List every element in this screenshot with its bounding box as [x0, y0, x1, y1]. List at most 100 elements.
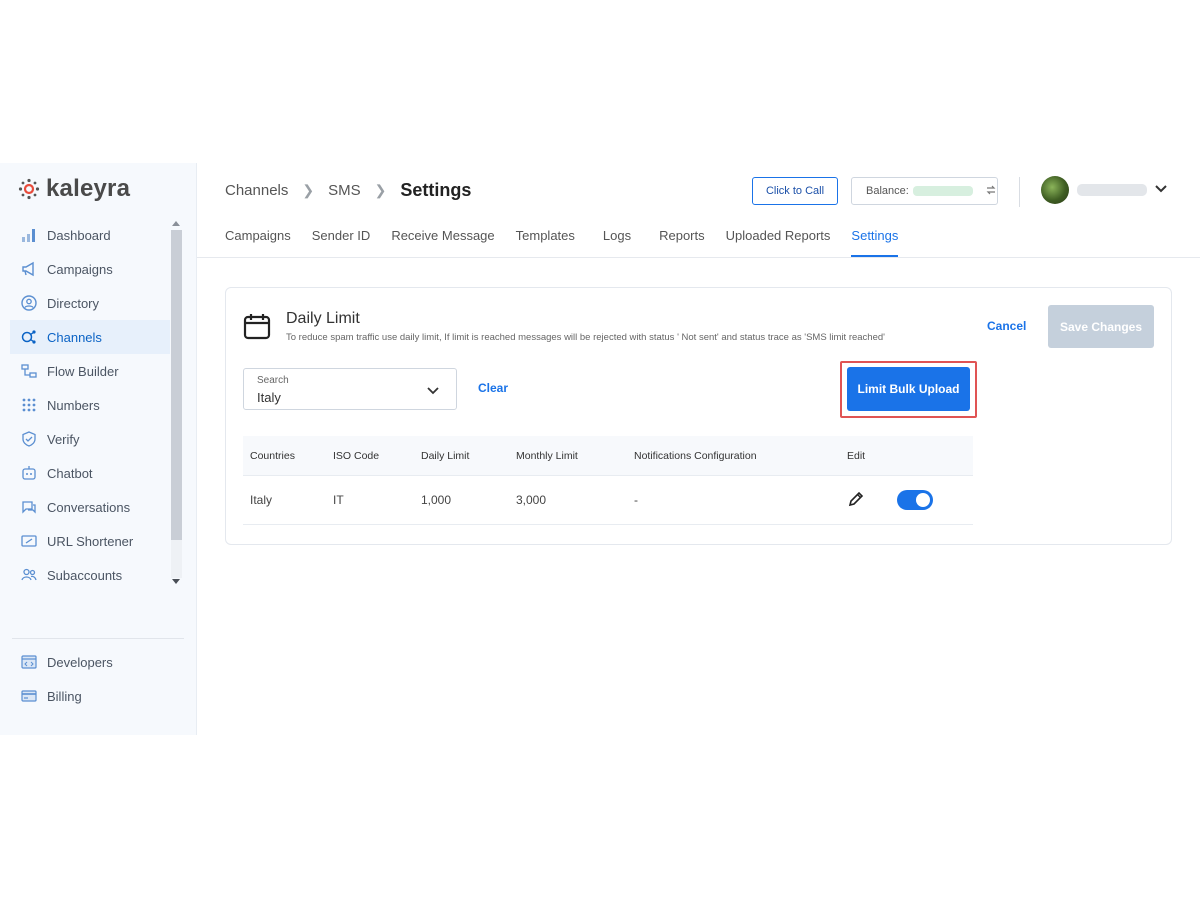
sidebar-divider — [12, 638, 184, 639]
balance-box: Balance: — [851, 177, 998, 205]
sidebar-item-channels[interactable]: Channels — [10, 320, 170, 354]
sidebar-item-numbers[interactable]: Numbers — [10, 388, 170, 422]
tab-sender-id[interactable]: Sender ID — [312, 225, 371, 257]
tabs-divider — [197, 257, 1200, 258]
calendar-icon — [243, 312, 271, 345]
tab-bar: Campaigns Sender ID Receive Message Temp… — [225, 225, 919, 257]
bar-chart-icon — [20, 227, 37, 244]
sidebar-item-label: Flow Builder — [47, 363, 119, 379]
cell-daily-limit: 1,000 — [421, 493, 452, 507]
breadcrumb-channels[interactable]: Channels — [225, 182, 288, 199]
cell-iso: IT — [333, 493, 344, 507]
brand-logo[interactable]: kaleyra — [18, 175, 130, 203]
page-title: Settings — [400, 180, 472, 200]
sidebar-item-subaccounts[interactable]: Subaccounts — [10, 558, 170, 592]
chevron-down-icon[interactable] — [426, 383, 440, 402]
column-header: Countries — [250, 449, 295, 462]
clear-button[interactable]: Clear — [478, 381, 508, 395]
table-row: Italy IT 1,000 3,000 - — [243, 476, 973, 525]
tab-settings[interactable]: Settings — [851, 225, 898, 257]
column-header: Notifications Configuration — [634, 449, 757, 462]
cancel-button[interactable]: Cancel — [987, 319, 1026, 333]
sidebar-item-chatbot[interactable]: Chatbot — [10, 456, 170, 490]
sidebar-item-label: Developers — [47, 654, 113, 670]
search-value: Italy — [257, 390, 281, 405]
keypad-icon — [20, 397, 37, 414]
sidebar-item-label: Subaccounts — [47, 567, 123, 583]
sidebar-item-label: Numbers — [47, 397, 100, 413]
column-header: ISO Code — [333, 449, 380, 462]
tab-receive-message[interactable]: Receive Message — [391, 225, 494, 257]
enabled-toggle[interactable] — [897, 490, 933, 510]
limits-table: Countries ISO Code Daily Limit Monthly L… — [243, 436, 973, 525]
card-description: To reduce spam traffic use daily limit, … — [286, 332, 885, 343]
refresh-icon[interactable] — [985, 184, 997, 199]
tab-uploaded-reports[interactable]: Uploaded Reports — [726, 225, 831, 257]
balance-value-redacted — [912, 186, 973, 196]
save-changes-button[interactable]: Save Changes — [1048, 305, 1154, 348]
sidebar-item-label: URL Shortener — [47, 533, 134, 549]
avatar[interactable] — [1041, 176, 1069, 204]
table-header: Countries ISO Code Daily Limit Monthly L… — [243, 436, 973, 476]
search-select[interactable]: Search Italy — [243, 368, 457, 410]
column-header: Edit — [847, 449, 866, 462]
header-divider — [1019, 177, 1020, 207]
tab-campaigns[interactable]: Campaigns — [225, 225, 291, 257]
chevron-down-icon[interactable] — [1154, 181, 1168, 200]
sidebar-item-url-shortener[interactable]: URL Shortener — [10, 524, 170, 558]
balance-label: Balance: — [866, 185, 909, 197]
bot-icon — [20, 465, 37, 482]
scroll-up-arrow-icon[interactable] — [172, 221, 180, 226]
channels-icon — [20, 329, 37, 346]
sidebar-item-conversations[interactable]: Conversations — [10, 490, 170, 524]
sidebar-item-directory[interactable]: Directory — [10, 286, 170, 320]
scroll-thumb[interactable] — [171, 230, 182, 540]
cell-edit — [847, 490, 897, 511]
link-icon — [20, 533, 37, 550]
daily-limit-card: Daily Limit To reduce spam traffic use d… — [225, 287, 1172, 545]
sidebar-item-label: Billing — [47, 688, 82, 704]
chevron-right-icon: ❯ — [302, 182, 315, 198]
sidebar-item-flow-builder[interactable]: Flow Builder — [10, 354, 170, 388]
sidebar-item-developers[interactable]: Developers — [10, 645, 170, 679]
users-icon — [20, 567, 37, 584]
kaleyra-logo-icon — [18, 178, 40, 200]
chat-icon — [20, 499, 37, 516]
contact-icon — [20, 295, 37, 312]
pencil-icon[interactable] — [847, 491, 865, 511]
card-title: Daily Limit — [286, 310, 360, 327]
shield-icon — [20, 431, 37, 448]
sidebar-scrollbar[interactable] — [171, 218, 182, 590]
breadcrumb: Channels ❯ SMS ❯ Settings — [225, 180, 471, 201]
sidebar-item-label: Channels — [47, 329, 102, 345]
user-name-redacted[interactable] — [1077, 184, 1147, 196]
sidebar-bottom-nav: Developers Billing — [10, 645, 170, 713]
cell-toggle — [897, 490, 973, 510]
sidebar-item-dashboard[interactable]: Dashboard — [10, 218, 170, 252]
app-window: kaleyra Dashboard Campaigns Directory Ch… — [0, 163, 1200, 735]
flow-icon — [20, 363, 37, 380]
cell-country: Italy — [250, 493, 273, 507]
tab-logs[interactable]: Logs — [603, 225, 631, 257]
sidebar-item-label: Dashboard — [47, 227, 111, 243]
scroll-down-arrow-icon[interactable] — [172, 579, 180, 584]
sidebar-item-billing[interactable]: Billing — [10, 679, 170, 713]
sidebar: kaleyra Dashboard Campaigns Directory Ch… — [0, 163, 197, 735]
sidebar-item-label: Chatbot — [47, 465, 93, 481]
sidebar-item-label: Directory — [47, 295, 100, 311]
toggle-knob — [916, 493, 930, 507]
sidebar-item-label: Conversations — [47, 499, 131, 515]
limit-bulk-upload-button[interactable]: Limit Bulk Upload — [847, 367, 970, 411]
click-to-call-button[interactable]: Click to Call — [752, 177, 838, 205]
tab-reports[interactable]: Reports — [659, 225, 705, 257]
code-icon — [20, 654, 37, 671]
megaphone-icon — [20, 261, 37, 278]
card-icon — [20, 688, 37, 705]
tab-templates[interactable]: Templates — [516, 225, 575, 257]
sidebar-item-campaigns[interactable]: Campaigns — [10, 252, 170, 286]
column-header: Daily Limit — [421, 449, 470, 462]
sidebar-item-label: Campaigns — [47, 261, 113, 277]
breadcrumb-sms[interactable]: SMS — [328, 182, 361, 199]
sidebar-item-verify[interactable]: Verify — [10, 422, 170, 456]
cell-notifications: - — [634, 493, 638, 507]
